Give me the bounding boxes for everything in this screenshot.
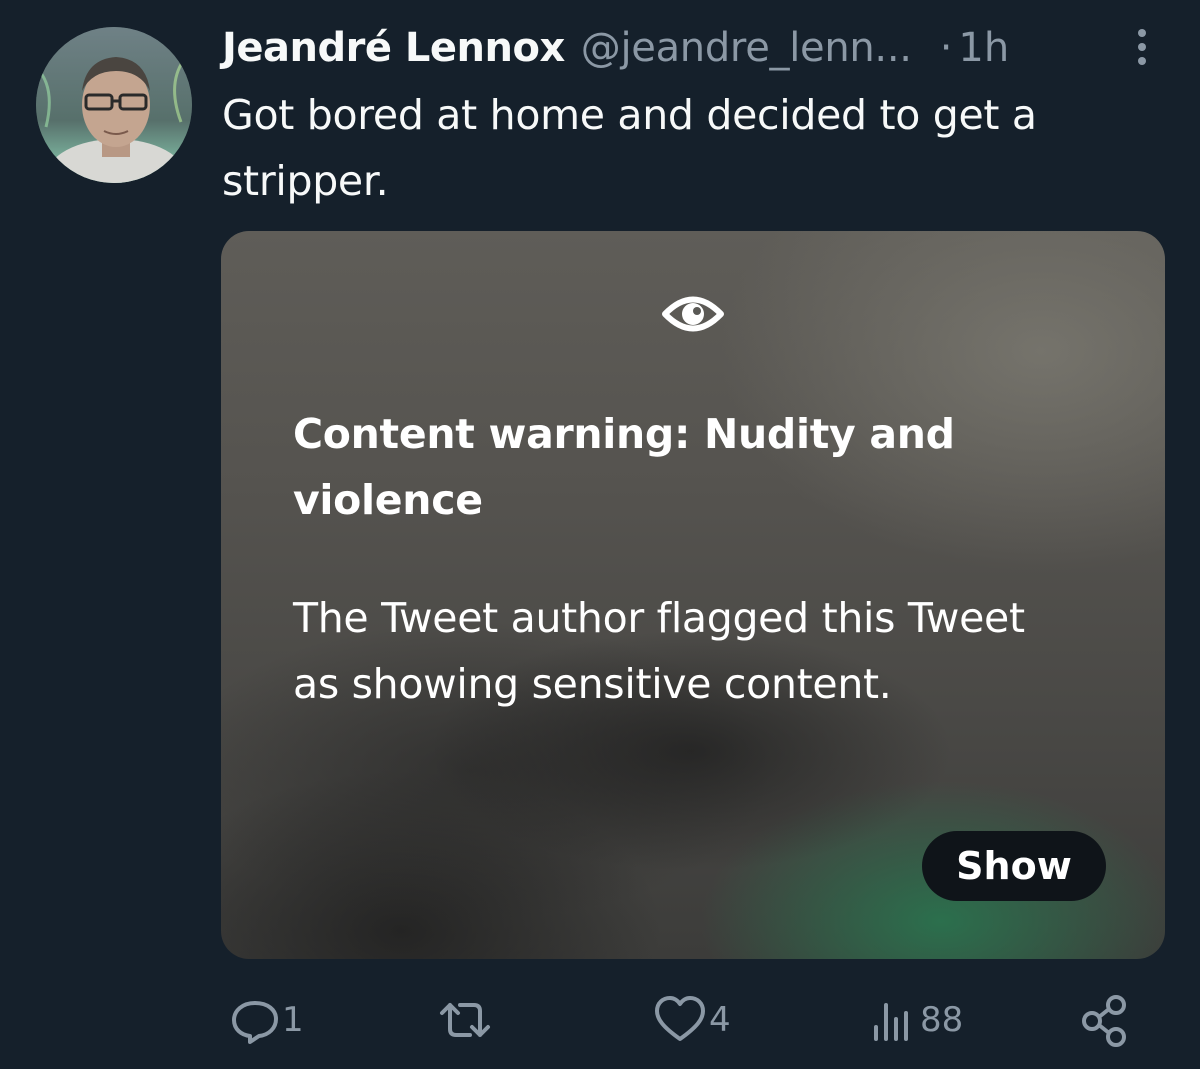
share-icon	[1080, 991, 1130, 1049]
retweet-icon	[436, 991, 494, 1049]
views-icon	[870, 991, 914, 1049]
more-vertical-icon[interactable]	[1130, 24, 1154, 70]
timestamp[interactable]: 1h	[958, 25, 1009, 71]
action-bar: 1 4 88	[0, 990, 1200, 1050]
content-warning-title: Content warning: Nudity and violence	[293, 410, 955, 524]
author-handle[interactable]: @jeandre_lenn...	[581, 25, 912, 71]
reply-button[interactable]: 1	[226, 990, 304, 1050]
share-button[interactable]	[1080, 990, 1130, 1050]
like-button[interactable]: 4	[653, 990, 731, 1050]
tweet[interactable]: Jeandré Lennox @jeandre_lenn... · 1h Got…	[0, 0, 1200, 1069]
view-count: 88	[920, 1000, 964, 1040]
separator-dot: ·	[939, 25, 953, 71]
show-button[interactable]: Show	[922, 831, 1106, 901]
retweet-button[interactable]	[436, 990, 500, 1050]
views-button[interactable]: 88	[870, 990, 963, 1050]
reply-icon	[226, 991, 284, 1049]
reply-count: 1	[282, 1000, 304, 1040]
like-count: 4	[709, 1000, 731, 1040]
sensitive-media-card[interactable]: Content warning: Nudity and violence The…	[221, 231, 1165, 959]
avatar[interactable]	[36, 27, 192, 183]
author-display-name[interactable]: Jeandré Lennox	[222, 25, 565, 71]
like-icon	[653, 991, 707, 1049]
content-warning-body: The Tweet author flagged this Tweet as s…	[293, 594, 1025, 708]
tweet-header: Jeandré Lennox @jeandre_lenn... · 1h	[222, 20, 1009, 76]
tweet-text: Got bored at home and decided to get a s…	[222, 91, 1037, 205]
eye-icon	[661, 289, 725, 339]
